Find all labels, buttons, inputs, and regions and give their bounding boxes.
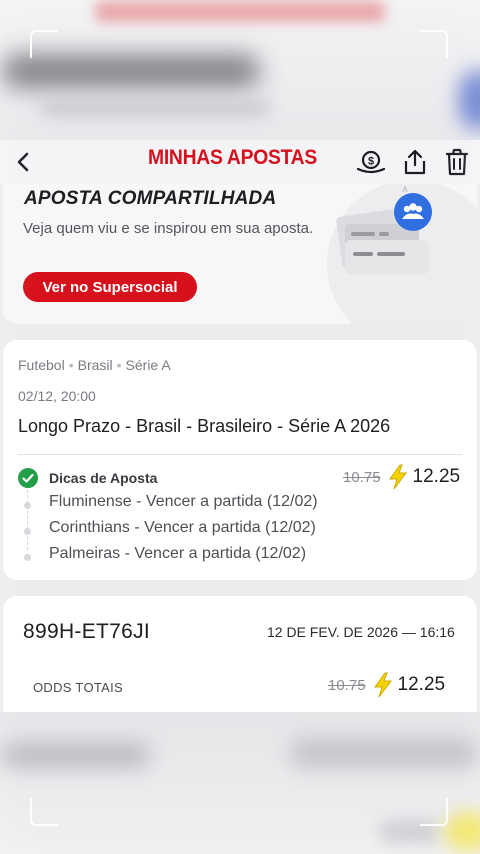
total-odds-label: ODDS TOTAIS <box>33 680 123 695</box>
selection-title: Dicas de Aposta <box>49 470 158 486</box>
blurred-text <box>290 738 480 768</box>
breadcrumb-league: Série A <box>125 357 171 373</box>
promo-text: Veja quem viu e se inspirou em sua apost… <box>23 220 314 237</box>
blurred-text <box>0 742 150 768</box>
blurred-bottom-area <box>0 712 480 854</box>
blurred-top-area <box>0 0 480 140</box>
breadcrumb: Futebol • Brasil • Série A <box>18 357 171 373</box>
legs-timeline <box>27 490 29 550</box>
leg-dot <box>24 528 31 535</box>
boosted-odds: 12.25 <box>412 466 461 487</box>
breadcrumb-country: Brasil <box>77 357 113 373</box>
bet-id: 899H-ET76JI <box>23 620 151 643</box>
trash-icon[interactable] <box>442 147 472 177</box>
svg-text:$: $ <box>368 156 374 168</box>
leg-dot <box>24 502 31 509</box>
total-odds: 10.75 12.25 <box>328 672 445 698</box>
page-title: MINHAS APOSTAS <box>148 146 317 169</box>
bet-details-card[interactable]: Futebol • Brasil • Série A 02/12, 20:00 Long… <box>3 340 477 580</box>
frame-corner <box>30 30 58 58</box>
blurred-banner <box>95 0 385 22</box>
leg-dot <box>24 554 31 561</box>
blurred-badge <box>460 70 480 130</box>
divider <box>18 454 462 455</box>
bet-leg: Fluminense - Vencer a partida (12/02) <box>49 493 318 510</box>
bet-summary-card: 899H-ET76JI 12 DE FEV. DE 2026 — 16:16 O… <box>3 596 477 716</box>
share-icon[interactable] <box>400 147 430 177</box>
bet-leg: Corinthians - Vencer a partida (12/02) <box>49 519 316 536</box>
frame-corner <box>30 798 58 826</box>
lightning-boost-icon <box>387 464 409 490</box>
blurred-heading <box>0 54 260 88</box>
supersocial-button[interactable]: Ver no Supersocial <box>23 272 197 302</box>
blurred-subtext <box>40 100 270 116</box>
money-cashout-icon[interactable]: $ <box>356 147 386 177</box>
bet-date: 12 DE FEV. DE 2026 — 16:16 <box>267 624 455 640</box>
promo-title: APOSTA COMPARTILHADA <box>24 188 277 209</box>
bet-leg: Palmeiras - Vencer a partida (12/02) <box>49 545 307 562</box>
event-datetime: 02/12, 20:00 <box>18 388 96 404</box>
chevron-left-icon[interactable] <box>12 148 34 176</box>
app-header: MINHAS APOSTAS $ <box>0 140 480 184</box>
blurred-badge <box>445 812 480 852</box>
check-circle-icon <box>18 468 38 488</box>
selection-odds: 10.75 12.25 <box>343 464 460 490</box>
breadcrumb-sport: Futebol <box>18 357 65 373</box>
boosted-total-odds: 12.25 <box>397 674 446 695</box>
event-name: Longo Prazo - Brasil - Brasileiro - Séri… <box>18 416 391 436</box>
frame-corner <box>420 30 448 58</box>
frame-corner <box>420 798 448 826</box>
old-odds: 10.75 <box>343 468 381 486</box>
people-share-icon <box>323 184 477 324</box>
shared-bet-promo-card: APOSTA COMPARTILHADA Veja quem viu e se … <box>3 184 477 324</box>
old-total-odds: 10.75 <box>328 676 366 694</box>
lightning-boost-icon <box>372 672 394 698</box>
